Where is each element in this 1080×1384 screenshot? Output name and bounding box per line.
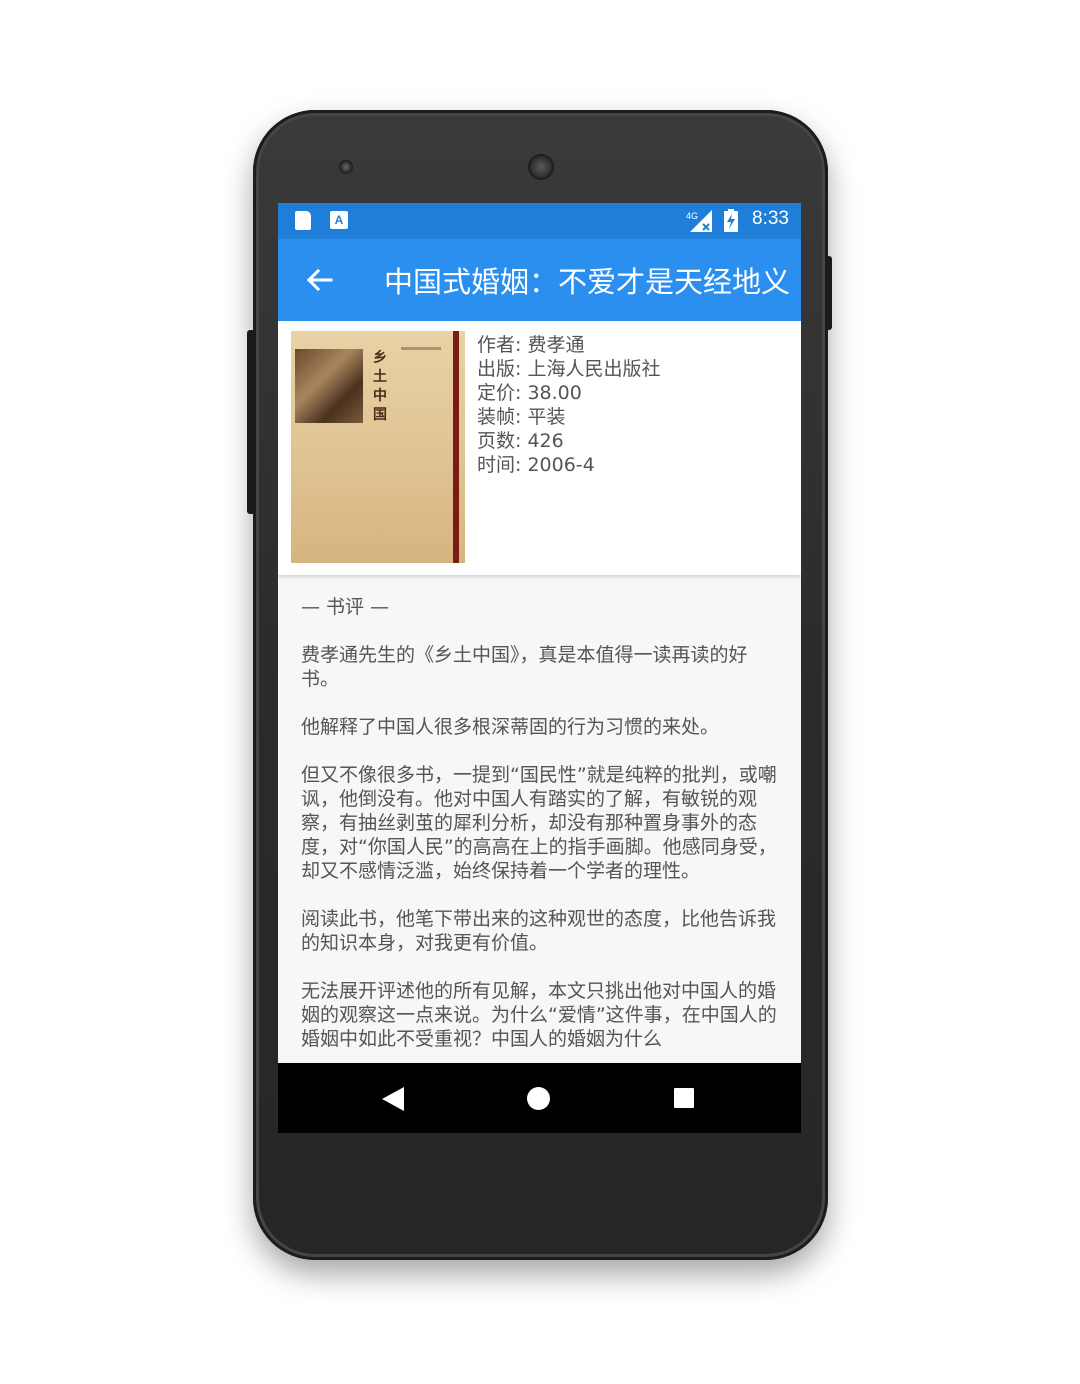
book-info-card: 乡土中国 作者: 费孝通 出版: 上海人民出版社 定价: 38.00 装帧: 平… xyxy=(278,321,801,575)
battery-icon xyxy=(724,209,738,232)
power-button xyxy=(826,256,832,330)
a-notification-icon: A xyxy=(330,211,348,229)
book-binding: 装帧: 平装 xyxy=(477,406,566,428)
cover-spine xyxy=(453,331,459,563)
app-bar: 中国式婚姻：不爱才是天经地义 xyxy=(278,239,801,321)
status-bar: A 4G 8:33 xyxy=(278,203,801,239)
arrow-left-icon[interactable] xyxy=(304,265,334,295)
front-camera xyxy=(339,160,353,174)
book-cover[interactable]: 乡土中国 xyxy=(291,331,465,563)
review-paragraph: 阅读此书，他笔下带出来的这种观世的态度，比他告诉我的知识本身，对我更有价值。 xyxy=(301,908,777,954)
cover-title: 乡土中国 xyxy=(373,350,387,423)
status-clock: 8:33 xyxy=(752,208,789,229)
phone-screen: A 4G 8:33 中国式婚姻：不爱才是天经地义 乡土中国 作者: 费孝通 出版… xyxy=(278,203,801,1133)
book-date: 时间: 2006-4 xyxy=(477,454,595,476)
back-triangle-icon[interactable] xyxy=(382,1087,404,1111)
sd-card-icon xyxy=(295,211,311,230)
cover-photo xyxy=(295,349,363,423)
earpiece-speaker xyxy=(528,154,554,180)
signal-icon: 4G xyxy=(686,210,712,232)
book-meta: 作者: 费孝通 出版: 上海人民出版社 定价: 38.00 装帧: 平装 页数:… xyxy=(477,333,660,477)
book-publisher: 出版: 上海人民出版社 xyxy=(477,358,661,380)
book-author: 作者: 费孝通 xyxy=(477,334,585,356)
volume-button xyxy=(247,330,255,514)
review-header: — 书评 — xyxy=(301,596,390,618)
network-type-label: 4G xyxy=(686,211,698,221)
navigation-bar xyxy=(278,1063,801,1133)
cover-author-mark xyxy=(401,347,441,350)
review-paragraph: 无法展开评述他的所有见解，本文只挑出他对中国人的婚姻的观察这一点来说。为什么“爱… xyxy=(301,980,777,1050)
recents-square-icon[interactable] xyxy=(674,1088,694,1108)
home-circle-icon[interactable] xyxy=(527,1087,550,1110)
page-title: 中国式婚姻：不爱才是天经地义 xyxy=(384,265,791,299)
review-paragraph: 但又不像很多书，一提到“国民性”就是纯粹的批判，或嘲讽，他倒没有。他对中国人有踏… xyxy=(301,764,777,882)
review-section[interactable]: — 书评 — 费孝通先生的《乡土中国》，真是本值得一读再读的好书。 他解释了中国… xyxy=(301,595,781,1075)
book-pages: 页数: 426 xyxy=(477,430,564,452)
review-paragraph: 他解释了中国人很多根深蒂固的行为习惯的来处。 xyxy=(301,716,720,738)
book-price: 定价: 38.00 xyxy=(477,382,582,404)
review-paragraph: 费孝通先生的《乡土中国》，真是本值得一读再读的好书。 xyxy=(301,644,748,690)
